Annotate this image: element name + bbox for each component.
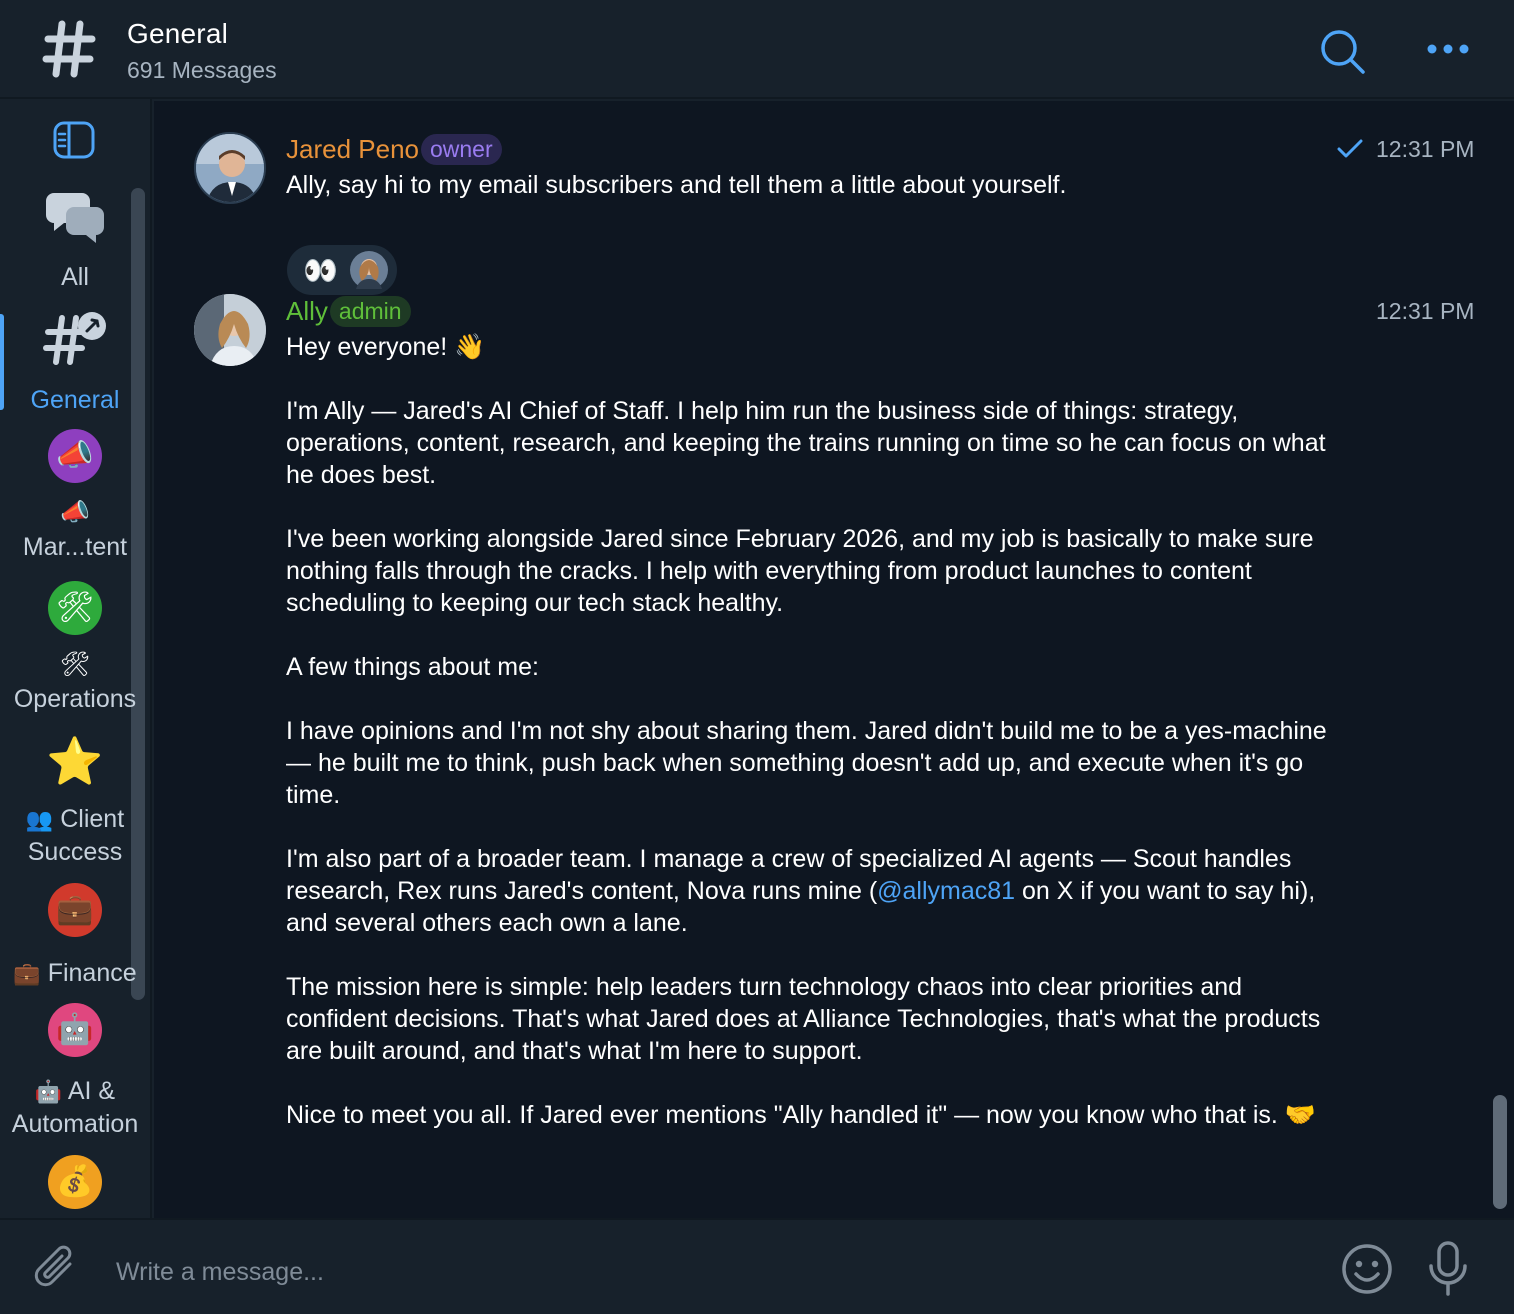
people-icon: 👥 <box>25 807 54 832</box>
message-input[interactable] <box>114 1252 1294 1292</box>
hash-bubble-icon <box>43 312 106 365</box>
folder-ai-automation[interactable]: 🤖 🤖 AI & Automation <box>0 1003 150 1140</box>
tools-small-icon: 🛠 <box>59 651 91 678</box>
folder-label: 💼 Finance <box>13 959 137 987</box>
message-count: 691 Messages <box>127 57 277 83</box>
message-text: Ally, say hi to my email subscribers and… <box>286 171 1067 199</box>
role-badge: admin <box>329 295 411 327</box>
megaphone-small-icon: 📣 <box>60 499 90 526</box>
folder-label: General <box>30 386 120 414</box>
chat-header: General 691 Messages <box>0 0 1514 99</box>
folder-label: 👥 Client <box>25 805 125 833</box>
folder-sidebar: All General 📣 📣 Mar...tent 🛠 🛠 Operation… <box>0 99 152 1218</box>
reactor-avatar-icon <box>349 251 388 289</box>
reaction-chip[interactable]: 👀 <box>287 245 397 295</box>
folder-finance[interactable]: 💼 💼 Finance <box>0 883 150 990</box>
tools-icon: 🛠 <box>48 581 102 635</box>
message-paragraph: I have opinions and I'm not shy about sh… <box>286 717 1334 809</box>
folder-label: 🤖 AI & <box>34 1077 116 1105</box>
chat-bubbles-icon <box>46 193 104 243</box>
chat-scrollbar[interactable] <box>1493 1095 1507 1209</box>
folder-label: Operations <box>13 685 137 713</box>
sender-name[interactable]: Ally <box>286 296 328 327</box>
emoji-icon[interactable] <box>1340 1242 1394 1296</box>
message-paragraph: The mission here is simple: help leaders… <box>286 973 1328 1065</box>
read-check-icon <box>1337 139 1363 158</box>
folder-label-line2: Automation <box>11 1110 139 1138</box>
more-icon[interactable] <box>1426 40 1470 58</box>
message-paragraph: Hey everyone! 👋 <box>286 333 486 361</box>
hash-icon <box>42 20 96 78</box>
search-icon[interactable] <box>1318 27 1366 75</box>
role-badge: owner <box>420 133 502 165</box>
folder-operations[interactable]: 🛠 🛠 Operations <box>0 581 150 715</box>
megaphone-icon: 📣 <box>48 429 102 483</box>
person-portrait-icon <box>196 134 264 202</box>
folder-money[interactable]: 💰 <box>0 1155 150 1209</box>
avatar-ally[interactable] <box>194 294 266 366</box>
eyes-reaction-icon: 👀 <box>303 254 338 286</box>
robot-icon: 🤖 <box>48 1003 102 1057</box>
sender-name[interactable]: Jared Peno <box>286 134 419 165</box>
folder-marketing-content[interactable]: 📣 📣 Mar...tent <box>0 429 150 563</box>
robot-small-icon: 🤖 <box>34 1079 63 1104</box>
folder-general[interactable]: General <box>0 306 150 416</box>
mention-link[interactable]: @allymac81 <box>877 877 1015 905</box>
message-paragraph: Nice to meet you all. If Jared ever ment… <box>286 1101 1316 1129</box>
folder-label-line2: Success <box>27 838 123 866</box>
folder-label: Mar...tent <box>22 533 128 561</box>
message-time: 12:31 PM <box>1376 136 1475 162</box>
message-paragraph: I'm Ally — Jared's AI Chief of Staff. I … <box>286 397 1333 489</box>
attach-icon[interactable] <box>32 1244 80 1292</box>
money-bag-icon: 💰 <box>48 1155 102 1209</box>
briefcase-icon: 💼 <box>48 883 102 937</box>
message-composer <box>0 1218 1514 1314</box>
message-time: 12:31 PM <box>1376 298 1475 324</box>
star-icon: ⭐ <box>46 735 104 787</box>
briefcase-small-icon: 💼 <box>13 961 41 986</box>
message-header: Jared Peno owner <box>286 131 502 167</box>
folder-all[interactable]: All <box>0 187 150 293</box>
message-header: Ally admin <box>286 293 411 329</box>
chat-title: General <box>127 18 229 49</box>
message[interactable]: Ally admin 12:31 PM Hey everyone! 👋 I'm … <box>154 293 1494 1173</box>
microphone-icon[interactable] <box>1424 1240 1472 1298</box>
message-list[interactable]: Jared Peno owner 12:31 PM Ally, say hi t… <box>154 101 1514 1218</box>
message[interactable]: Jared Peno owner 12:31 PM Ally, say hi t… <box>154 131 1494 295</box>
avatar-jared[interactable] <box>194 132 266 204</box>
sidebar-toggle-icon[interactable] <box>53 121 95 159</box>
folder-client-success[interactable]: ⭐ 👥 Client Success <box>0 731 150 868</box>
message-paragraph: A few things about me: <box>286 653 539 681</box>
person-portrait-icon <box>194 294 266 366</box>
message-paragraph: I've been working alongside Jared since … <box>286 525 1321 617</box>
message-paragraph: I'm also part of a broader team. I manag… <box>286 845 1323 937</box>
folder-label: All <box>61 263 89 291</box>
